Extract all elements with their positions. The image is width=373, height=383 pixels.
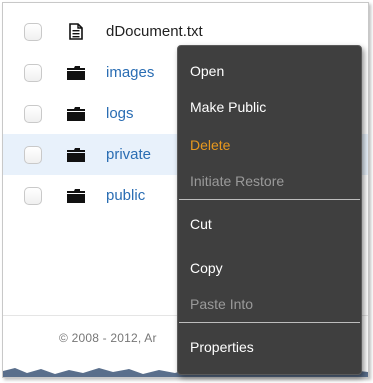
- row-checkbox[interactable]: [24, 145, 42, 164]
- folder-name[interactable]: public: [106, 187, 145, 204]
- menu-item-paste-into: Paste Into: [190, 296, 254, 312]
- menu-item-properties[interactable]: Properties: [190, 339, 254, 355]
- menu-item-initiate-restore: Initiate Restore: [190, 173, 285, 189]
- file-name[interactable]: dDocument.txt: [106, 23, 203, 40]
- row-checkbox[interactable]: [24, 63, 42, 82]
- folder-name[interactable]: logs: [106, 105, 134, 122]
- menu-item-open[interactable]: Open: [190, 63, 224, 79]
- row-checkbox[interactable]: [24, 22, 42, 41]
- folder-icon: [67, 106, 85, 122]
- folder-name[interactable]: images: [106, 64, 154, 81]
- menu-item-copy[interactable]: Copy: [190, 260, 223, 276]
- menu-separator: [179, 199, 360, 200]
- menu-separator: [179, 322, 360, 323]
- menu-item-delete[interactable]: Delete: [190, 137, 230, 153]
- folder-name[interactable]: private: [106, 146, 151, 163]
- context-menu: Open Make Public Delete Initiate Restore…: [177, 45, 362, 375]
- document-icon: [67, 23, 85, 40]
- folder-icon: [67, 188, 85, 204]
- menu-item-make-public[interactable]: Make Public: [190, 99, 266, 115]
- row-checkbox[interactable]: [24, 104, 42, 123]
- row-checkbox[interactable]: [24, 186, 42, 205]
- folder-icon: [67, 65, 85, 81]
- folder-icon: [67, 147, 85, 163]
- copyright-text: © 2008 - 2012, Ar: [59, 331, 157, 345]
- menu-item-cut[interactable]: Cut: [190, 216, 212, 232]
